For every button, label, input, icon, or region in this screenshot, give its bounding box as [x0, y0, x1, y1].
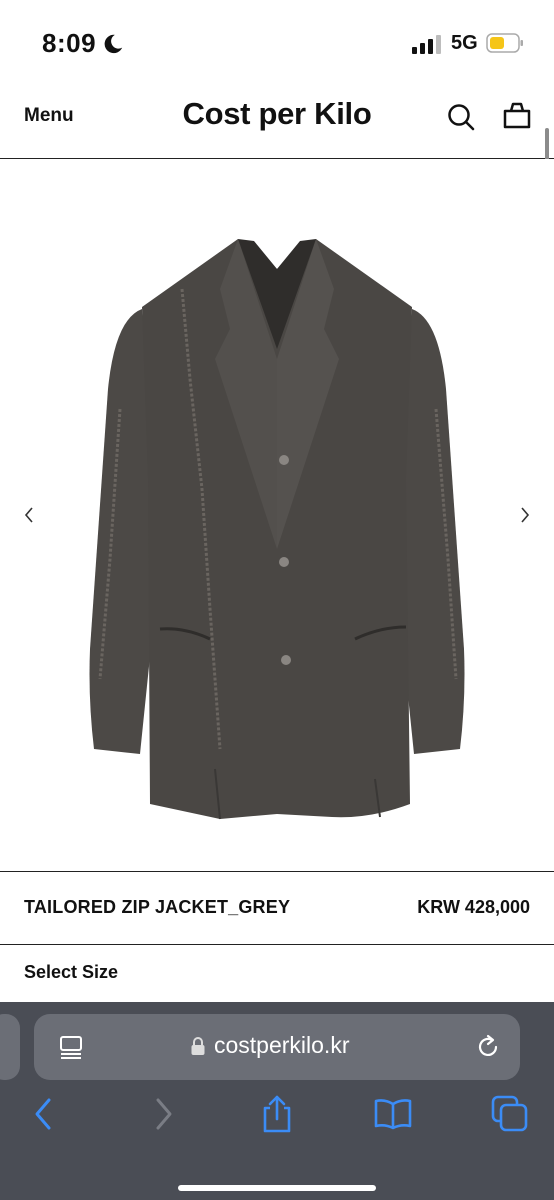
site-header: Menu Cost per Kilo — [0, 88, 554, 159]
product-price: KRW 428,000 — [417, 897, 530, 917]
search-icon[interactable] — [446, 102, 476, 132]
address-bar[interactable]: costperkilo.kr — [34, 1014, 520, 1080]
reload-icon[interactable] — [474, 1033, 502, 1061]
moon-icon — [104, 34, 123, 54]
browser-bottom-bar: costperkilo.kr — [0, 1002, 554, 1200]
menu-button[interactable]: Menu — [24, 105, 74, 127]
product-name: TAILORED ZIP JACKET_GREY — [24, 897, 291, 917]
share-icon[interactable] — [257, 1094, 297, 1134]
previous-tab-peek[interactable] — [0, 1014, 20, 1080]
tabs-icon[interactable] — [490, 1094, 530, 1134]
product-image-jacket[interactable] — [70, 229, 484, 829]
cellular-signal-icon — [412, 35, 441, 54]
product-info-row: TAILORED ZIP JACKET_GREY KRW 428,000 — [0, 871, 554, 945]
status-bar: 8:09 5G — [0, 0, 554, 88]
battery-icon — [486, 33, 523, 53]
lock-icon — [191, 1037, 205, 1055]
forward-icon[interactable] — [143, 1094, 183, 1134]
back-icon[interactable] — [24, 1094, 64, 1134]
browser-toolbar — [0, 1094, 554, 1144]
home-indicator[interactable] — [178, 1185, 376, 1191]
chevron-right-icon[interactable] — [516, 502, 534, 528]
select-size-label[interactable]: Select Size — [24, 962, 118, 983]
shopping-bag-icon[interactable] — [502, 100, 532, 130]
network-type: 5G — [451, 32, 478, 54]
status-time: 8:09 — [42, 28, 97, 58]
bookmarks-icon[interactable] — [373, 1094, 413, 1134]
product-gallery — [0, 159, 554, 871]
chevron-left-icon[interactable] — [20, 502, 38, 528]
url-text[interactable]: costperkilo.kr — [214, 1032, 349, 1059]
page-menu-icon[interactable] — [58, 1034, 84, 1060]
